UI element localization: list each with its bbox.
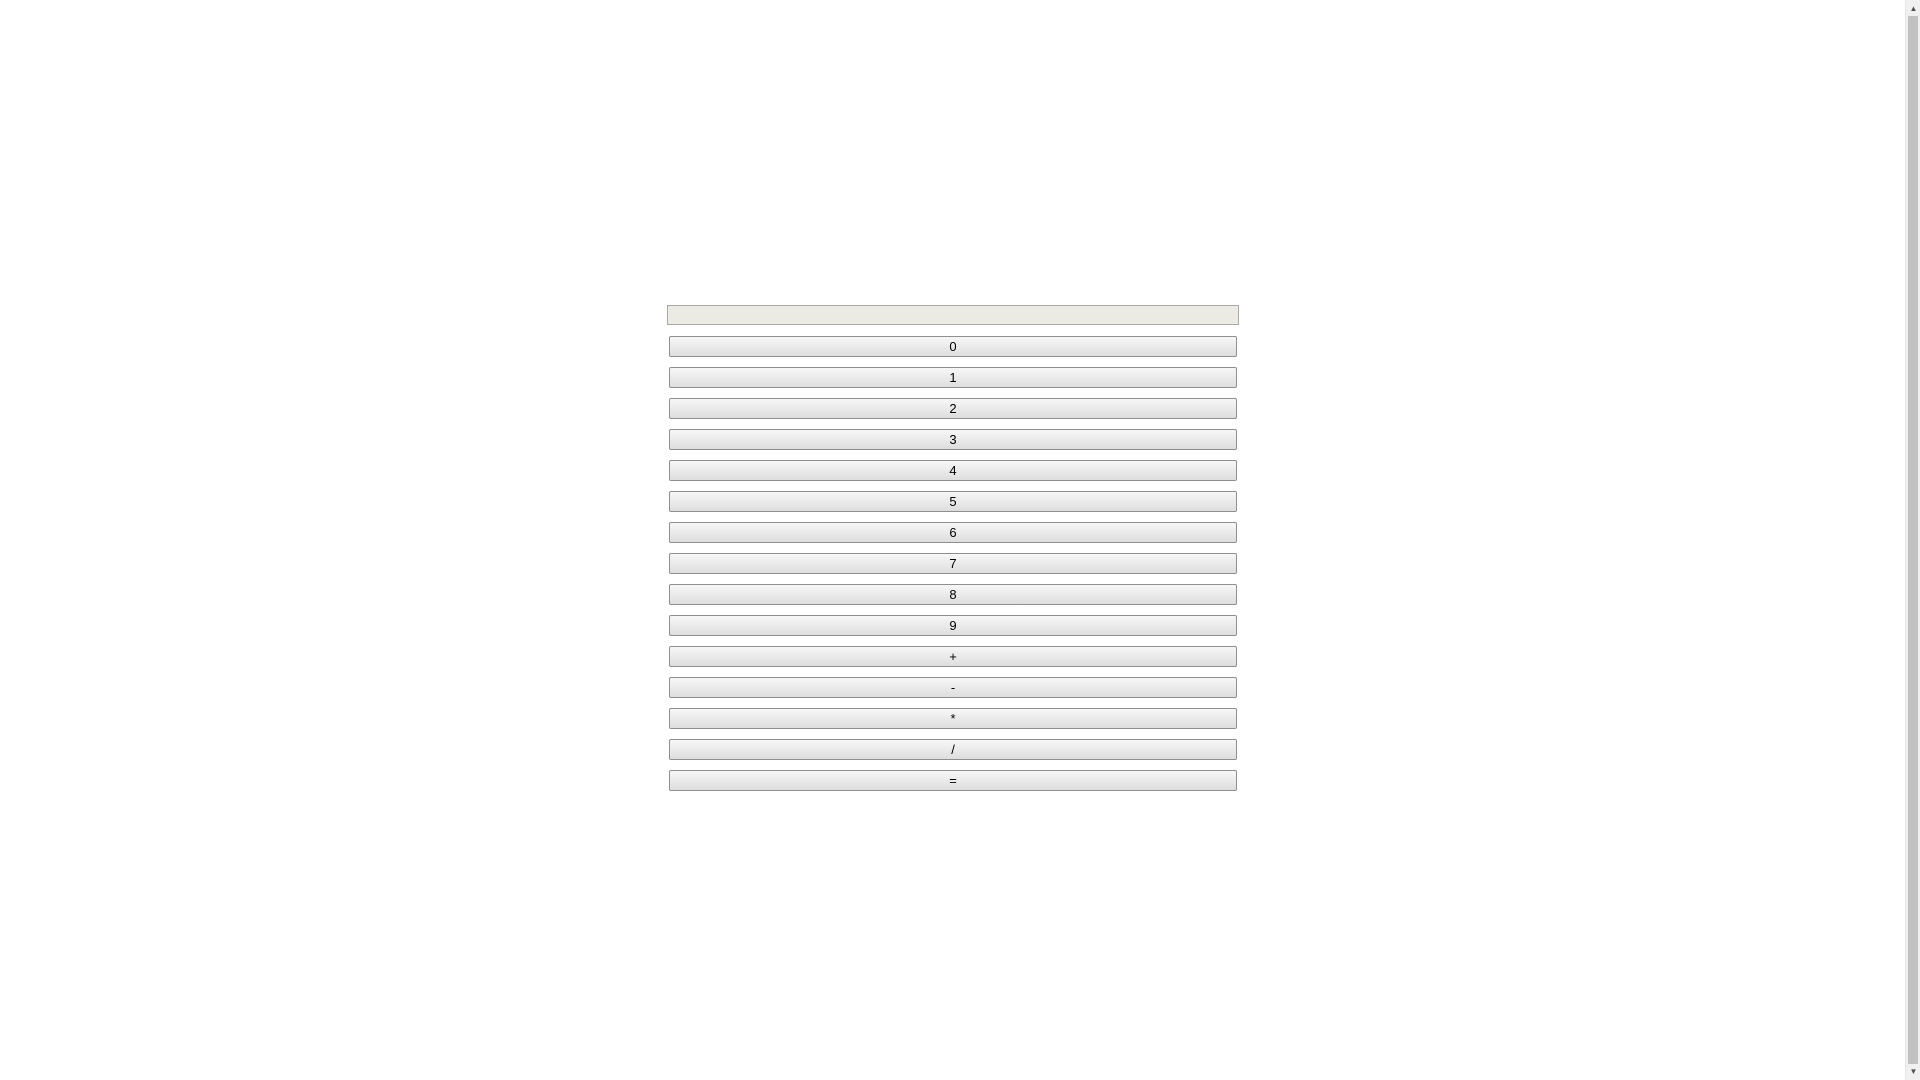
calculator-display[interactable] (667, 305, 1239, 325)
keypad: 0 1 2 3 4 5 6 7 8 9 + - * / = (667, 336, 1239, 791)
page: 0 1 2 3 4 5 6 7 8 9 + - * / = ▲ ▼ (0, 0, 1920, 1080)
key-8-button[interactable]: 8 (669, 584, 1237, 605)
multiply-button[interactable]: * (669, 708, 1237, 729)
key-3-button[interactable]: 3 (669, 429, 1237, 450)
key-5-button[interactable]: 5 (669, 491, 1237, 512)
key-6-button[interactable]: 6 (669, 522, 1237, 543)
add-button[interactable]: + (669, 646, 1237, 667)
key-2-button[interactable]: 2 (669, 398, 1237, 419)
calculator: 0 1 2 3 4 5 6 7 8 9 + - * / = (667, 305, 1239, 801)
key-1-button[interactable]: 1 (669, 367, 1237, 388)
subtract-button[interactable]: - (669, 677, 1237, 698)
key-9-button[interactable]: 9 (669, 615, 1237, 636)
chevron-down-icon[interactable]: ▼ (1906, 1064, 1920, 1079)
chevron-up-icon[interactable]: ▲ (1906, 1, 1920, 16)
divide-button[interactable]: / (669, 739, 1237, 760)
equals-button[interactable]: = (669, 770, 1237, 791)
key-7-button[interactable]: 7 (669, 553, 1237, 574)
key-4-button[interactable]: 4 (669, 460, 1237, 481)
scrollbar-thumb[interactable] (1908, 16, 1918, 1064)
vertical-scrollbar[interactable]: ▲ ▼ (1905, 0, 1920, 1080)
key-0-button[interactable]: 0 (669, 336, 1237, 357)
